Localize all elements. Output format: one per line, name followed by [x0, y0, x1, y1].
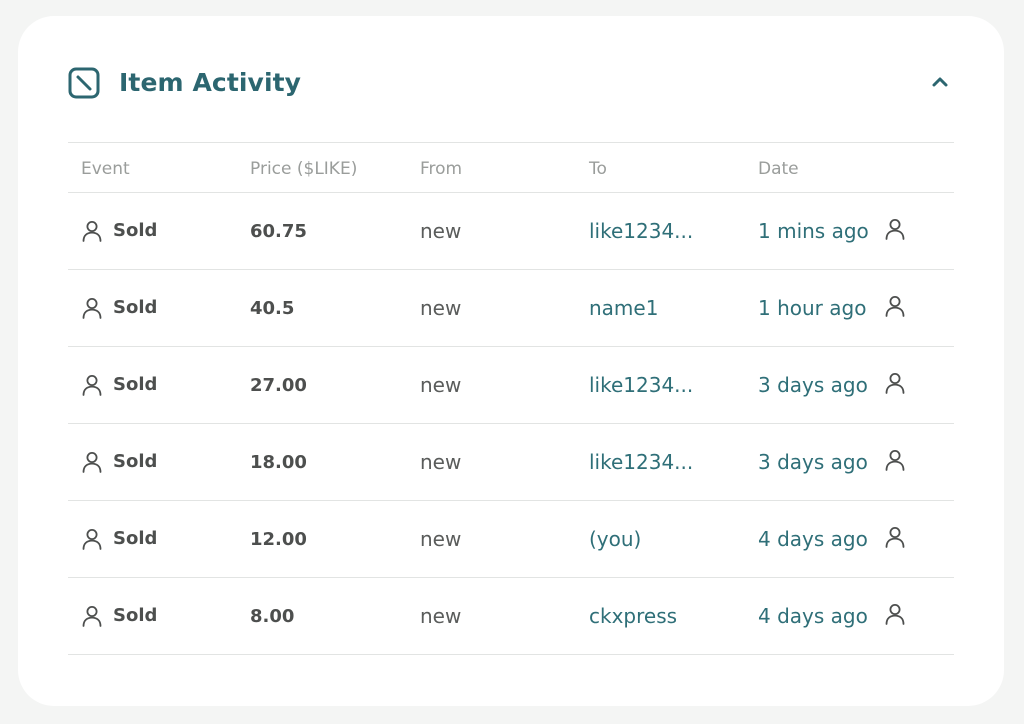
column-header-date: Date [758, 159, 799, 179]
event-label: Sold [113, 605, 158, 626]
user-icon [82, 374, 102, 396]
from-cell: new [420, 219, 462, 243]
event-label: Sold [113, 528, 158, 549]
event-cell: Sold [81, 602, 157, 628]
user-icon [82, 297, 102, 319]
to-link[interactable]: like1234... [589, 373, 693, 397]
date-cell: 1 hour ago [758, 296, 867, 320]
price-cell: 12.00 [250, 529, 307, 550]
table-row: Sold 12.00 new (you) 4 days ago [68, 501, 954, 578]
date-cell: 3 days ago [758, 373, 868, 397]
from-cell: new [420, 373, 462, 397]
event-label: Sold [113, 374, 158, 395]
panel-title: Item Activity [119, 68, 302, 97]
to-link[interactable]: name1 [589, 296, 658, 320]
from-cell: new [420, 604, 462, 628]
user-icon[interactable] [884, 448, 906, 472]
table-row: Sold 27.00 new like1234... 3 days ago [68, 347, 954, 424]
table-row: Sold 8.00 new ckxpress 4 days ago [68, 578, 954, 655]
user-icon [82, 451, 102, 473]
user-icon [82, 220, 102, 242]
price-cell: 18.00 [250, 452, 307, 473]
chevron-up-icon[interactable] [926, 68, 954, 96]
column-header-event: Event [81, 159, 130, 179]
user-icon [82, 528, 102, 550]
user-icon[interactable] [884, 294, 906, 318]
item-activity-header: Item Activity [68, 66, 954, 100]
event-cell: Sold [81, 217, 157, 243]
event-cell: Sold [81, 448, 157, 474]
user-icon [82, 605, 102, 627]
to-link[interactable]: like1234... [589, 219, 693, 243]
user-icon[interactable] [884, 525, 906, 549]
date-cell: 3 days ago [758, 450, 868, 474]
date-cell: 4 days ago [758, 527, 868, 551]
price-cell: 60.75 [250, 221, 307, 242]
column-header-price: Price ($LIKE) [250, 159, 358, 179]
table-row: Sold 18.00 new like1234... 3 days ago [68, 424, 954, 501]
item-activity-card: Item Activity Event Price ($LIKE) From T… [18, 16, 1004, 706]
table-body: Sold 60.75 new like1234... 1 mins ago So… [68, 193, 954, 655]
to-link[interactable]: (you) [589, 527, 641, 551]
user-icon[interactable] [884, 371, 906, 395]
event-label: Sold [113, 297, 158, 318]
from-cell: new [420, 296, 462, 320]
price-cell: 27.00 [250, 375, 307, 396]
price-cell: 8.00 [250, 606, 295, 627]
event-label: Sold [113, 451, 158, 472]
to-link[interactable]: like1234... [589, 450, 693, 474]
column-header-from: From [420, 159, 463, 179]
event-label: Sold [113, 220, 158, 241]
date-cell: 4 days ago [758, 604, 868, 628]
event-cell: Sold [81, 294, 157, 320]
event-cell: Sold [81, 525, 157, 551]
table-header: Event Price ($LIKE) From To Date [68, 142, 954, 193]
column-header-to: To [589, 159, 607, 179]
table-row: Sold 40.5 new name1 1 hour ago [68, 270, 954, 347]
from-cell: new [420, 450, 462, 474]
item-activity-icon [68, 67, 100, 99]
user-icon[interactable] [884, 217, 906, 241]
from-cell: new [420, 527, 462, 551]
activity-table: Event Price ($LIKE) From To Date Sold 60… [68, 142, 954, 655]
price-cell: 40.5 [250, 298, 295, 319]
event-cell: Sold [81, 371, 157, 397]
table-row: Sold 60.75 new like1234... 1 mins ago [68, 193, 954, 270]
to-link[interactable]: ckxpress [589, 604, 677, 628]
date-cell: 1 mins ago [758, 219, 869, 243]
user-icon[interactable] [884, 602, 906, 626]
